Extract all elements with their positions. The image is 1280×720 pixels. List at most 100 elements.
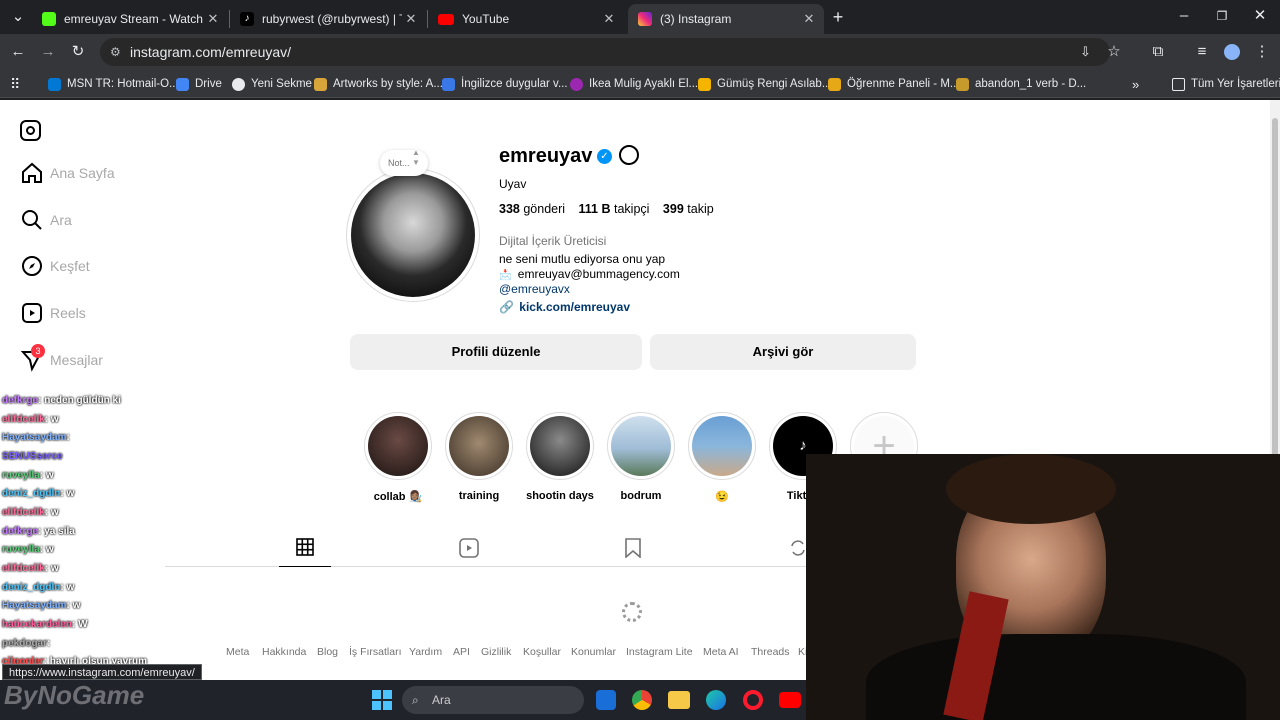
tab-tiktok[interactable]: ♪ rubyrwest (@rubyrwest) | TikTok ✕ [230,4,426,34]
highlight-item[interactable]: bodrum [607,412,675,502]
bookmark-item[interactable]: Artworks by style: A... [314,75,443,93]
sidebar-item-label: Reels [50,305,86,321]
bookmark-item[interactable]: Yeni Sekme [232,75,312,93]
tab-posts[interactable] [279,536,331,567]
address-bar[interactable]: ⚙ instagram.com/emreuyav/ ⇩ [100,38,1110,66]
footer-link[interactable]: Hakkında [262,646,306,658]
highlight-item[interactable]: collab 👩🏽‍🎨 [364,412,432,503]
threads-link[interactable]: @emreuyavx [499,282,570,296]
bookmark-item[interactable]: İngilizce duygular v... [442,75,568,93]
chat-text: : ya sila [38,526,75,537]
close-icon[interactable]: ✕ [600,11,618,27]
youtube-icon[interactable] [779,692,801,708]
bookmark-item[interactable]: Drive [176,75,222,93]
highlight-item[interactable]: shootin days [526,412,594,502]
highlight-item[interactable]: training [445,412,513,502]
footer-link[interactable]: Yardım [409,646,442,658]
home-icon [22,162,42,183]
site-info-icon[interactable]: ⚙ [110,38,121,66]
highlight-label: 😉 [715,491,729,503]
start-icon[interactable] [372,690,392,710]
close-icon[interactable]: ✕ [402,11,420,27]
sidebar-item-home[interactable]: Ana Sayfa [20,161,115,185]
bookmark-item[interactable]: MSN TR: Hotmail-O... [48,75,179,93]
apps-icon[interactable]: ⠿ [10,75,20,93]
forward-icon[interactable]: → [38,42,58,62]
chat-username: elifdcelik [2,507,45,518]
bookmark-item[interactable]: Ikea Mulig Ayaklı El... [570,75,698,93]
tab-reels[interactable] [459,538,479,563]
footer-link[interactable]: Instagram Lite [626,646,693,658]
chat-message: defkrge: neden güldün ki [2,395,121,406]
highlight-label: bodrum [620,490,662,502]
profile-avatar[interactable] [346,168,480,302]
footer-link[interactable]: Meta [226,646,249,658]
tab-youtube[interactable]: YouTube ✕ [428,4,624,34]
close-icon[interactable]: ✕ [204,11,222,27]
following-stat[interactable]: 399 takip [663,202,714,216]
windows-taskbar: ByNoGame ⌕ Ara [0,680,806,720]
sidebar-item-label: Mesajlar [50,352,103,368]
tab-instagram[interactable]: (3) Instagram ✕ [628,4,824,34]
close-icon[interactable]: ✕ [800,11,818,27]
edge-icon[interactable] [706,690,726,710]
reels-icon [459,538,479,558]
tab-search-icon[interactable]: ⌄ [8,7,28,27]
new-tab-icon[interactable]: + [828,7,848,27]
chat-message: defkrge: ya sila [2,526,75,537]
back-icon[interactable]: ← [8,42,28,62]
footer-link[interactable]: Koşullar [523,646,561,658]
scrollbar-thumb[interactable] [1272,118,1278,458]
sidebar-item-messages[interactable]: Mesajlar 3 [20,344,103,372]
chat-text: : [66,432,70,443]
sidebar-item-reels[interactable]: Reels [20,301,86,325]
more-bookmarks-icon[interactable]: » [1132,75,1139,93]
profile-stats: 338 gönderi 111 B takipçi 399 takip [499,202,714,216]
footer-link[interactable]: Threads [751,646,790,658]
chat-text: : [47,638,51,649]
sidebar-item-explore[interactable]: Keşfet [20,254,90,278]
outlook-icon[interactable] [596,690,616,710]
instagram-logo-icon[interactable] [20,120,41,141]
highlight-label: collab 👩🏽‍🎨 [373,491,423,503]
extensions-icon[interactable]: ⧉ [1148,42,1168,62]
settings-gear-icon[interactable] [619,145,639,165]
more-menu-icon[interactable]: ⋮ [1252,42,1272,62]
view-archive-button[interactable]: Arşivi gör [650,334,916,370]
taskbar-search[interactable]: ⌕ Ara [402,686,584,714]
footer-link[interactable]: Konumlar [571,646,616,658]
close-window-icon[interactable]: ✕ [1250,6,1270,26]
profile-note[interactable]: Not... ▲ ▼ [380,148,428,176]
bookmark-item[interactable]: Gümüş Rengi Asılab... [698,75,831,93]
profile-avatar[interactable] [1222,42,1242,62]
chat-text: : w [44,414,59,425]
footer-link[interactable]: API [453,646,470,658]
install-app-icon[interactable]: ⇩ [1080,38,1091,66]
footer-link[interactable]: Meta AI [703,646,739,658]
bio-link-row[interactable]: 🔗 kick.com/emreuyav [499,300,630,314]
file-explorer-icon[interactable] [668,691,690,709]
maximize-icon[interactable]: ❐ [1212,6,1232,26]
bookmark-star-icon[interactable]: ☆ [1104,42,1124,62]
tab-kick[interactable]: emreuyav Stream - Watch Live on Kick ✕ [32,4,228,34]
media-controls-icon[interactable]: ≡ [1192,42,1212,62]
reload-icon[interactable]: ↻ [68,42,88,62]
posts-stat[interactable]: 338 gönderi [499,202,565,216]
opera-icon[interactable] [743,690,763,710]
footer-link[interactable]: Gizlilik [481,646,511,658]
minimize-icon[interactable]: – [1174,6,1194,26]
followers-stat[interactable]: 111 B takipçi [579,202,650,216]
tab-tagged[interactable] [788,538,808,563]
sidebar-item-search[interactable]: Ara [20,208,72,232]
tab-saved[interactable] [624,538,642,563]
footer-link[interactable]: Blog [317,646,338,658]
chat-text: : w [44,563,59,574]
bio-email: emreuyav@bummagency.com [517,267,680,281]
bookmark-item[interactable]: abandon_1 verb - D... [956,75,1086,93]
highlight-item[interactable]: 😉 [688,412,756,503]
footer-link[interactable]: İş Fırsatları [349,646,402,658]
all-bookmarks-folder[interactable]: Tüm Yer İşaretleri [1172,75,1280,93]
bookmark-item[interactable]: Öğrenme Paneli - M... [828,75,959,93]
edit-profile-button[interactable]: Profili düzenle [350,334,642,370]
chrome-icon[interactable] [632,690,652,710]
